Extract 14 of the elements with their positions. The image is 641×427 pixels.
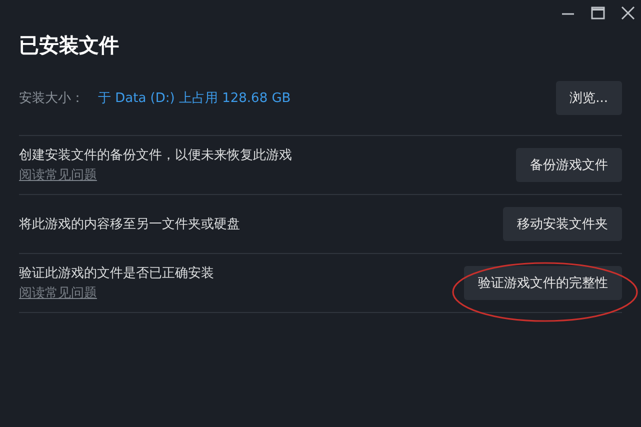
- faq-link[interactable]: 阅读常见问题: [19, 166, 292, 184]
- size-value: 于 Data (D:) 上占用 128.68 GB: [98, 90, 291, 107]
- row-description: 将此游戏的内容移至另一文件夹或硬盘: [19, 216, 240, 233]
- browse-button[interactable]: 浏览...: [556, 81, 622, 115]
- row-description: 创建安装文件的备份文件，以便未来恢复此游戏: [19, 147, 292, 164]
- row-description: 验证此游戏的文件是否已正确安装: [19, 265, 214, 282]
- size-label: 安装大小：: [19, 90, 84, 107]
- action-button[interactable]: 移动安装文件夹: [503, 207, 622, 241]
- close-icon[interactable]: [621, 6, 635, 20]
- action-button[interactable]: 验证游戏文件的完整性: [464, 266, 622, 300]
- faq-link[interactable]: 阅读常见问题: [19, 284, 214, 302]
- action-button[interactable]: 备份游戏文件: [516, 148, 622, 182]
- maximize-icon[interactable]: [591, 6, 605, 20]
- page-title: 已安装文件: [19, 32, 120, 59]
